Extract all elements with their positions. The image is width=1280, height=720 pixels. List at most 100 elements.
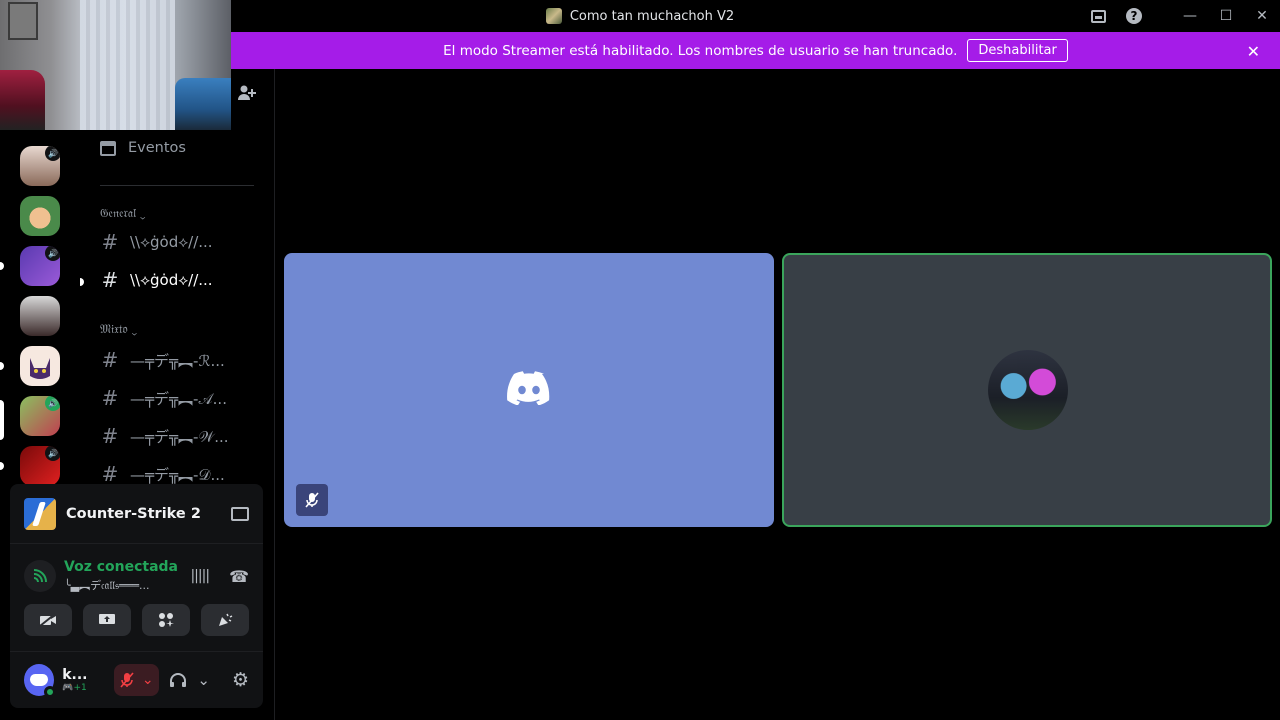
maximize-button[interactable]: ☐ bbox=[1208, 0, 1244, 32]
signal-icon[interactable] bbox=[24, 560, 56, 592]
voice-connection-row: Voz conectada ╰▃︻デ𝔠𝔞𝔩𝔩𝔰═══... ||||| ☎ bbox=[10, 546, 263, 606]
discord-logo-icon bbox=[507, 371, 550, 405]
streamer-mode-banner: El modo Streamer está habilitado. Los no… bbox=[231, 32, 1280, 69]
soundboard-icon bbox=[219, 613, 233, 626]
inbox-button[interactable] bbox=[1080, 0, 1116, 32]
server-item-active[interactable]: 🔊 bbox=[20, 396, 60, 436]
game-name: Counter-Strike 2 bbox=[66, 505, 201, 522]
stream-game-icon[interactable] bbox=[231, 506, 249, 521]
channel-item[interactable]: # —╤デ╦︻-𝒜... bbox=[100, 386, 254, 410]
server-item[interactable] bbox=[20, 196, 60, 236]
settings-gear-icon[interactable]: ⚙ bbox=[232, 669, 249, 691]
channel-name: \\⟡ġȯd⟡//... bbox=[130, 233, 213, 251]
deafen-button[interactable]: ⌄ bbox=[169, 671, 210, 689]
voice-info[interactable]: Voz conectada ╰▃︻デ𝔠𝔞𝔩𝔩𝔰═══... bbox=[64, 559, 190, 593]
channel-item[interactable]: # —╤デ╦︻-𝒲... bbox=[100, 424, 254, 448]
hash-icon: # bbox=[101, 230, 119, 254]
soundboard-button[interactable] bbox=[201, 604, 249, 636]
hash-icon: # bbox=[101, 348, 119, 372]
invite-member-icon[interactable] bbox=[238, 85, 256, 105]
noise-suppression-icon[interactable]: ||||| bbox=[190, 568, 210, 584]
channel-item[interactable]: # \\⟡ġȯd⟡//... bbox=[100, 230, 254, 254]
channel-item[interactable]: # —╤デ╦︻-𝒟... bbox=[100, 462, 254, 486]
channel-name: —╤デ╦︻-ℛ... bbox=[130, 351, 225, 370]
user-panel: Counter-Strike 2 Voz conectada ╰▃︻デ𝔠𝔞𝔩𝔩𝔰… bbox=[10, 484, 263, 708]
user-info[interactable]: k... 🎮+1 bbox=[62, 667, 100, 693]
server-item[interactable]: 🔊 bbox=[20, 446, 60, 486]
webcam-preview[interactable] bbox=[0, 0, 231, 130]
share-screen-button[interactable] bbox=[83, 604, 131, 636]
participant-tile[interactable] bbox=[284, 253, 774, 527]
help-button[interactable]: ? bbox=[1116, 0, 1152, 32]
category-general[interactable]: 𝔊𝔢𝔫𝔢𝔯𝔞𝔩 ⌄ bbox=[100, 206, 146, 221]
channel-name: —╤デ╦︻-𝒟... bbox=[130, 465, 225, 484]
camera-off-button[interactable] bbox=[24, 604, 72, 636]
participant-tile-speaking[interactable] bbox=[782, 253, 1272, 527]
camera-off-icon bbox=[39, 613, 56, 627]
speaker-icon: 🔊 bbox=[45, 146, 60, 161]
close-window-button[interactable]: ✕ bbox=[1244, 0, 1280, 32]
mic-muted-icon bbox=[120, 672, 134, 688]
category-mixto[interactable]: 𝔐𝔦𝔵𝔱𝔬 ⌄ bbox=[100, 322, 137, 337]
disable-streamer-button[interactable]: Deshabilitar bbox=[967, 39, 1068, 62]
activities-button[interactable] bbox=[142, 604, 190, 636]
channel-item-active[interactable]: # \\⟡ġȯd⟡//... bbox=[100, 268, 254, 292]
channel-name: \\⟡ġȯd⟡//... bbox=[130, 271, 213, 289]
disconnect-icon[interactable]: ☎ bbox=[229, 567, 249, 586]
server-item[interactable]: 🔊 bbox=[20, 146, 60, 186]
window-title-group: Como tan muchachoh V2 bbox=[545, 8, 734, 24]
activities-icon bbox=[159, 613, 174, 627]
window-controls: ? — ☐ ✕ bbox=[1080, 0, 1280, 32]
hash-icon: # bbox=[101, 424, 119, 448]
server-item[interactable] bbox=[20, 296, 60, 336]
calendar-icon bbox=[100, 140, 116, 156]
hash-icon: # bbox=[101, 268, 119, 292]
webcam-wall-frame bbox=[8, 2, 38, 40]
server-rail: 🔊 🔊 🔊 🔊 bbox=[0, 130, 80, 490]
sidebar-divider bbox=[274, 69, 275, 720]
user-status: 🎮+1 bbox=[62, 683, 87, 693]
hash-icon: # bbox=[101, 386, 119, 410]
sidebar-separator bbox=[100, 185, 254, 186]
cat-server-icon bbox=[30, 358, 50, 379]
unread-indicator bbox=[0, 362, 4, 370]
voice-actions bbox=[24, 604, 249, 636]
inbox-icon bbox=[1090, 9, 1106, 23]
mute-button[interactable]: ⌄ bbox=[114, 664, 160, 696]
banner-close-icon[interactable]: ✕ bbox=[1247, 42, 1260, 61]
chevron-down-icon[interactable]: ⌄ bbox=[197, 671, 210, 689]
banner-message: El modo Streamer está habilitado. Los no… bbox=[443, 42, 958, 59]
webcam-background bbox=[80, 0, 175, 130]
minimize-button[interactable]: — bbox=[1172, 0, 1208, 32]
discord-avatar-icon bbox=[30, 674, 49, 686]
unread-indicator bbox=[0, 262, 4, 270]
user-avatar[interactable] bbox=[24, 664, 57, 698]
events-label: Eventos bbox=[128, 140, 186, 156]
channel-name: —╤デ╦︻-𝒜... bbox=[130, 389, 227, 408]
activity-row: Counter-Strike 2 bbox=[10, 484, 263, 544]
screen-share-icon bbox=[99, 614, 115, 624]
voice-status: Voz conectada bbox=[64, 559, 178, 575]
headphones-icon bbox=[170, 673, 187, 687]
game-icon bbox=[24, 497, 56, 530]
speaker-icon: 🔊 bbox=[45, 396, 60, 411]
voice-channel-name: ╰▃︻デ𝔠𝔞𝔩𝔩𝔰═══... bbox=[64, 579, 150, 592]
participant-avatar bbox=[988, 350, 1068, 430]
server-item[interactable] bbox=[20, 346, 60, 386]
account-row: k... 🎮+1 ⌄ ⌄ ⚙ bbox=[10, 651, 263, 708]
selected-indicator bbox=[0, 400, 4, 440]
events-link[interactable]: Eventos bbox=[100, 140, 186, 156]
channel-name: —╤デ╦︻-𝒲... bbox=[130, 427, 229, 446]
server-item[interactable]: 🔊 bbox=[20, 246, 60, 286]
speaker-icon: 🔊 bbox=[45, 446, 60, 461]
hash-icon: # bbox=[101, 462, 119, 486]
help-icon: ? bbox=[1126, 8, 1142, 24]
chevron-down-icon[interactable]: ⌄ bbox=[142, 672, 154, 688]
speaker-icon: 🔊 bbox=[45, 246, 60, 261]
channel-item[interactable]: # —╤デ╦︻-ℛ... bbox=[100, 348, 254, 372]
username: k... bbox=[62, 667, 88, 683]
participant-muted-icon bbox=[296, 484, 328, 516]
unread-indicator bbox=[80, 278, 84, 286]
webcam-chair-left bbox=[0, 70, 45, 130]
